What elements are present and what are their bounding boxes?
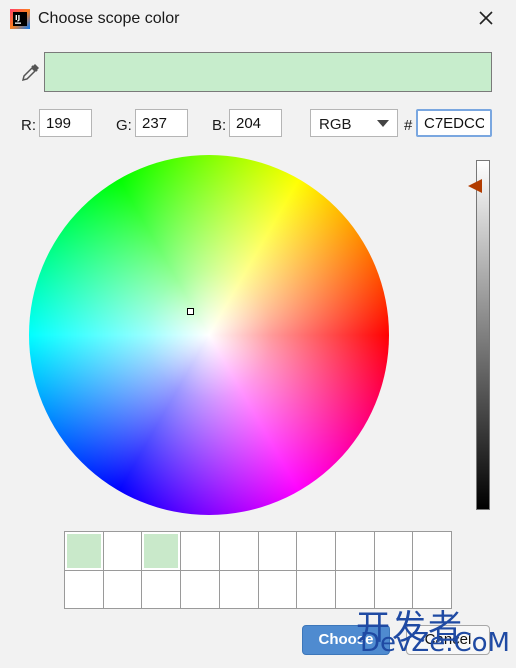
b-input[interactable] [229, 109, 282, 137]
recent-color-swatch[interactable] [142, 570, 182, 609]
swatch-fill [144, 534, 179, 568]
swatch-fill [376, 534, 411, 568]
swatch-fill [221, 572, 256, 606]
close-icon[interactable] [474, 6, 498, 30]
recent-color-swatch[interactable] [181, 532, 220, 571]
recent-color-swatch[interactable] [142, 532, 182, 571]
recent-color-swatch[interactable] [297, 532, 336, 571]
chevron-down-icon [377, 120, 389, 127]
swatch-fill [67, 572, 101, 606]
recent-colors-grid [64, 531, 452, 609]
recent-color-swatch[interactable] [258, 570, 298, 609]
color-mode-select[interactable]: RGB [310, 109, 398, 137]
recent-color-swatch[interactable] [258, 532, 298, 571]
color-preview [44, 52, 492, 92]
swatch-fill [415, 534, 449, 568]
recent-color-swatch[interactable] [413, 532, 452, 571]
color-wheel-area [29, 155, 391, 517]
g-input[interactable] [135, 109, 188, 137]
color-wheel[interactable] [29, 155, 389, 515]
recent-color-swatch[interactable] [374, 532, 414, 571]
swatch-fill [183, 572, 217, 606]
r-label: R: [21, 117, 36, 134]
recent-color-swatch[interactable] [335, 532, 375, 571]
recent-color-swatch[interactable] [181, 570, 220, 609]
color-mode-value: RGB [319, 116, 352, 133]
recent-color-swatch[interactable] [103, 532, 143, 571]
eyedropper-icon[interactable] [20, 61, 42, 83]
g-label: G: [116, 117, 132, 134]
recent-color-swatch[interactable] [65, 570, 104, 609]
intellij-icon: IJ [10, 9, 30, 29]
recent-color-swatch[interactable] [297, 570, 336, 609]
swatch-fill [105, 572, 140, 606]
swatch-fill [299, 572, 333, 606]
swatch-fill [183, 534, 217, 568]
hex-input[interactable] [416, 109, 492, 137]
watermark-text: DevZe.CoM [360, 628, 510, 658]
swatch-fill [337, 534, 372, 568]
b-label: B: [212, 117, 227, 134]
recent-color-swatch[interactable] [103, 570, 143, 609]
title-bar: IJ Choose scope color [0, 0, 516, 40]
recent-color-swatch[interactable] [219, 570, 259, 609]
hash-label: # [404, 117, 413, 134]
brightness-slider[interactable] [476, 160, 490, 510]
color-wheel-cursor[interactable] [187, 308, 194, 315]
brightness-slider-handle[interactable] [468, 179, 482, 193]
svg-text:IJ: IJ [15, 14, 20, 22]
swatch-fill [299, 534, 333, 568]
swatch-fill [260, 572, 295, 606]
swatch-fill [221, 534, 256, 568]
r-input[interactable] [39, 109, 92, 137]
swatch-fill [260, 534, 295, 568]
swatch-fill [67, 534, 101, 568]
window-title: Choose scope color [38, 10, 180, 27]
swatch-fill [105, 534, 140, 568]
swatch-fill [144, 572, 179, 606]
recent-color-swatch[interactable] [219, 532, 259, 571]
recent-color-swatch[interactable] [65, 532, 104, 571]
